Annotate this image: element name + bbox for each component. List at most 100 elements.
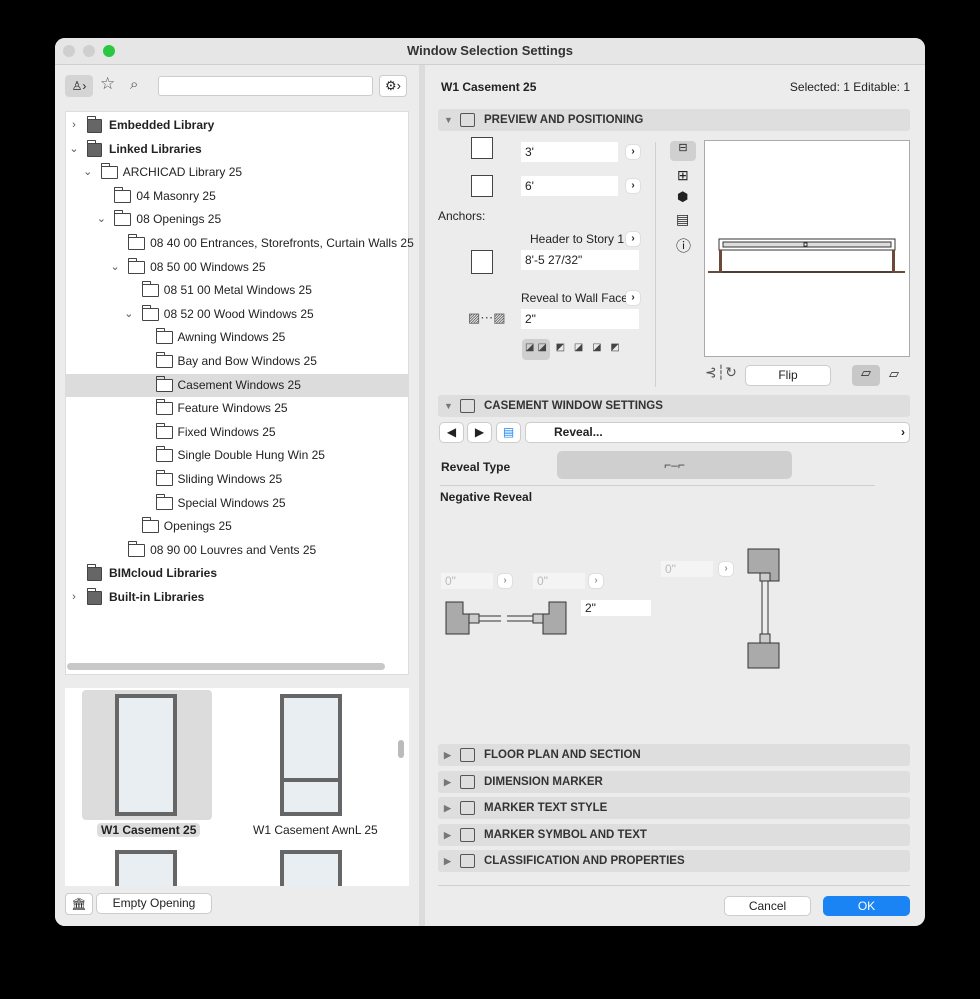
casement-awnl-thumbnail[interactable] [280, 694, 342, 816]
chevron-right-icon[interactable]: › [69, 114, 79, 137]
search-input[interactable] [158, 76, 373, 96]
panel-splitter[interactable] [419, 65, 425, 926]
section-header[interactable]: ▶ MARKER SYMBOL AND TEXT [438, 823, 910, 846]
settings-gear-icon[interactable]: ⚙› [379, 75, 407, 97]
tree-item[interactable]: Sliding Windows 25 [66, 468, 408, 491]
tree-item[interactable]: BIMcloud Libraries [66, 562, 408, 585]
tree-item[interactable]: ⌄ ARCHICAD Library 25 [66, 161, 408, 184]
chevron-down-icon[interactable]: ⌄ [124, 303, 134, 326]
anchor-header-label[interactable]: Header to Story 1 [530, 232, 624, 246]
chevron-down-icon[interactable]: ⌄ [83, 161, 93, 184]
window-thumbnail[interactable] [115, 850, 177, 886]
folder-icon [155, 352, 173, 368]
sill-height-icon [471, 250, 493, 274]
left-reveal-arrow[interactable]: › [498, 574, 512, 588]
section-header[interactable]: ▶ DIMENSION MARKER [438, 770, 910, 793]
top-reveal-field[interactable]: 0" [661, 561, 713, 577]
right-reveal-arrow[interactable]: › [589, 574, 603, 588]
folder-icon [114, 210, 132, 227]
tree-item[interactable]: Bay and Bow Windows 25 [66, 350, 408, 373]
tree-item[interactable]: Awning Windows 25 [66, 326, 408, 349]
tree-item[interactable]: Special Windows 25 [66, 492, 408, 515]
page-selector[interactable]: Reveal... › [525, 422, 910, 443]
ok-button[interactable]: OK [823, 896, 910, 916]
zoom-button[interactable] [103, 45, 115, 57]
tree-item-label: Bay and Bow Windows 25 [177, 354, 317, 368]
tree-item[interactable]: Fixed Windows 25 [66, 421, 408, 444]
flip-button[interactable]: Flip [745, 365, 831, 386]
section-header[interactable]: ▶ CLASSIFICATION AND PROPERTIES [438, 850, 910, 872]
section-casement-settings[interactable]: ▼ CASEMENT WINDOW SETTINGS [438, 395, 910, 417]
page-list-icon[interactable]: ▤ [496, 422, 521, 443]
tree-item-label: Special Windows 25 [177, 495, 286, 510]
elevation-view-icon[interactable]: ⊞ [677, 167, 689, 184]
anchor-arrow-button[interactable]: › [626, 232, 640, 246]
reveal-section-diagram [747, 548, 780, 669]
tree-item[interactable]: 08 51 00 Metal Windows 25 [66, 279, 408, 302]
search-icon[interactable]: ⌕ [130, 76, 138, 93]
chevron-right-icon[interactable]: › [69, 586, 79, 609]
top-reveal-arrow[interactable]: › [719, 562, 733, 576]
chevron-down-icon[interactable]: ⌄ [110, 256, 120, 279]
tree-item[interactable]: › Built-in Libraries [66, 586, 408, 609]
anchor-value-field[interactable]: 8'-5 27/32" [521, 250, 639, 270]
chevron-down-icon[interactable]: ⌄ [69, 138, 79, 161]
close-button[interactable] [63, 45, 75, 57]
tree-item[interactable]: 04 Masonry 25 [66, 185, 408, 208]
favorites-star-icon[interactable]: ☆ [100, 74, 115, 94]
tree-item[interactable]: ⌄ Linked Libraries [66, 138, 408, 161]
tree-item[interactable]: ⌄ 08 52 00 Wood Windows 25 [66, 303, 408, 326]
tree-item[interactable]: Openings 25 [66, 515, 408, 538]
library-manager-icon[interactable]: 🏛 [65, 893, 93, 915]
width-arrow-button[interactable]: › [626, 145, 640, 159]
3d-view-icon[interactable]: ⬢ [677, 189, 688, 205]
tree-item[interactable]: ⌄ 08 Openings 25 [66, 208, 408, 231]
reveal-plan-diagram [445, 601, 567, 635]
tree-item-label: 08 90 00 Louvres and Vents 25 [150, 542, 317, 557]
reveal-type-selector[interactable]: ⌐‒⌐ [557, 451, 792, 479]
casement-window-thumbnail[interactable] [115, 694, 177, 816]
section-preview-positioning[interactable]: ▼ PREVIEW AND POSITIONING [438, 109, 910, 131]
minimize-button[interactable] [83, 45, 95, 57]
tree-item-label: ARCHICAD Library 25 [122, 165, 243, 180]
mirror-option-selected[interactable]: ▱ [852, 365, 880, 386]
section-icon [460, 854, 475, 868]
section-view-icon[interactable]: ▤ [676, 211, 689, 228]
next-page-button[interactable]: ▶ [467, 422, 492, 443]
empty-opening-button[interactable]: Empty Opening [96, 893, 212, 914]
section-icon [460, 748, 475, 762]
thumbnail-scrollbar[interactable] [398, 740, 404, 758]
chevron-right-icon: › [901, 425, 905, 439]
cancel-button[interactable]: Cancel [724, 896, 811, 916]
tree-item-label: Linked Libraries [109, 141, 202, 156]
object-type-menu[interactable]: ♙› [65, 75, 93, 97]
section-header[interactable]: ▶ FLOOR PLAN AND SECTION [438, 744, 910, 766]
section-header[interactable]: ▶ MARKER TEXT STYLE [438, 797, 910, 819]
tree-item[interactable]: 08 40 00 Entrances, Storefronts, Curtain… [66, 232, 414, 255]
folder-icon [141, 304, 159, 321]
height-arrow-button[interactable]: › [626, 179, 640, 193]
reveal-options-icons[interactable]: ◪◪ ◩ ◪ ◪ ◩ [525, 342, 623, 353]
reveal-value-field[interactable]: 2" [521, 309, 639, 329]
window-thumbnail[interactable] [280, 850, 342, 886]
reveal-reference-label[interactable]: Reveal to Wall Face [521, 291, 628, 305]
left-reveal-field[interactable]: 0" [441, 573, 493, 589]
tree-item[interactable]: Feature Windows 25 [66, 397, 408, 420]
height-field[interactable]: 6' [521, 176, 618, 196]
tree-item[interactable]: 08 90 00 Louvres and Vents 25 [66, 539, 408, 562]
tree-item[interactable]: › Embedded Library [66, 114, 408, 137]
reveal-depth-field[interactable]: 2" [581, 600, 651, 616]
reveal-ref-arrow-button[interactable]: › [626, 291, 640, 305]
mirror-option[interactable]: ▱ [889, 366, 899, 382]
tree-item[interactable]: ⌄ 08 50 00 Windows 25 [66, 256, 408, 279]
tree-item[interactable]: Single Double Hung Win 25 [66, 444, 408, 467]
width-field[interactable]: 3' [521, 142, 618, 162]
chevron-down-icon[interactable]: ⌄ [96, 208, 106, 231]
right-reveal-field[interactable]: 0" [533, 573, 585, 589]
tree-scrollbar[interactable] [67, 663, 385, 670]
negative-reveal-label: Negative Reveal [440, 490, 533, 504]
info-icon[interactable]: ⓘ [676, 235, 691, 256]
previous-page-button[interactable]: ◀ [439, 422, 464, 443]
plan-view-icon[interactable]: ⊟ [670, 141, 696, 161]
tree-item[interactable]: Casement Windows 25 [66, 373, 408, 397]
